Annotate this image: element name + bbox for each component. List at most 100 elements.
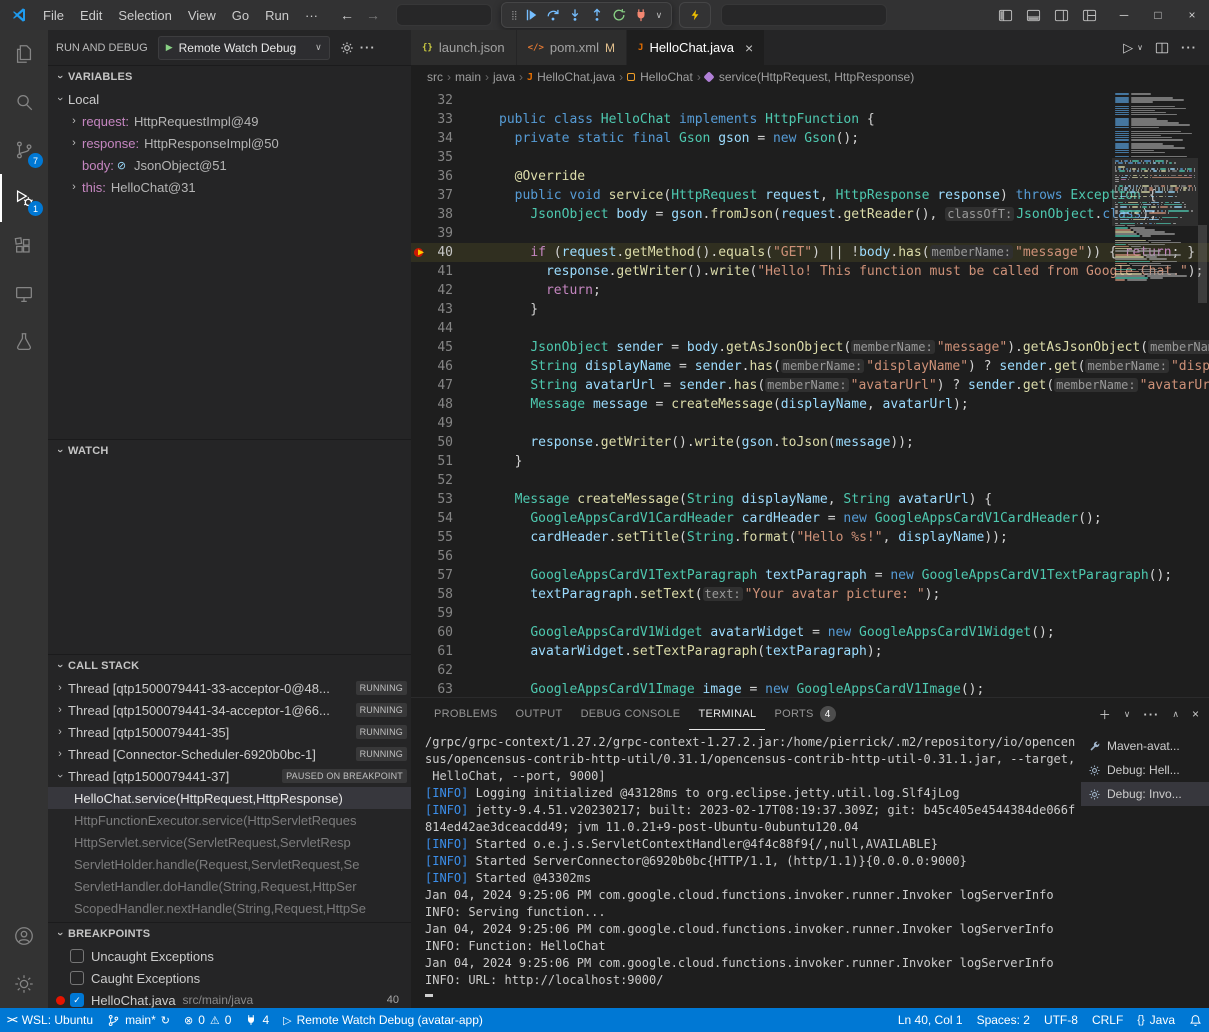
start-debug-icon[interactable]: ▶	[166, 42, 173, 53]
twistie-icon[interactable]: ›	[66, 115, 82, 127]
code-line[interactable]: JsonObject sender = body.getAsJsonObject…	[499, 338, 1209, 357]
restart-button[interactable]	[612, 8, 626, 22]
breadcrumb-item[interactable]: main	[455, 70, 481, 84]
drag-grip-icon[interactable]: ⣿	[511, 10, 516, 21]
panel-tab-terminal[interactable]: TERMINAL	[689, 698, 765, 730]
editor-more-actions-icon[interactable]: ···	[1181, 40, 1197, 55]
code-line[interactable]: response.getWriter().write(gson.toJson(m…	[499, 433, 1209, 452]
menu-item-selection[interactable]: Selection	[110, 5, 179, 26]
stack-frame[interactable]: HttpFunctionExecutor.service(HttpServlet…	[48, 809, 411, 831]
stack-frame[interactable]: ServletHolder.handle(Request,ServletRequ…	[48, 853, 411, 875]
customize-layout-icon[interactable]	[1082, 8, 1097, 23]
code-line[interactable]: JsonObject body = gson.fromJson(request.…	[499, 205, 1209, 224]
code-line[interactable]: private static final Gson gson = new Gso…	[499, 129, 1209, 148]
code-line[interactable]	[499, 471, 1209, 490]
twistie-icon[interactable]: ›	[52, 704, 68, 716]
panel-tab-output[interactable]: OUTPUT	[507, 698, 572, 730]
editor-gutter[interactable]: 3233343536373839▶40414243444546474849505…	[411, 89, 477, 697]
git-branch-item[interactable]: main* ↻	[100, 1008, 177, 1032]
menu-item-view[interactable]: View	[180, 5, 224, 26]
twistie-icon[interactable]: ›	[52, 682, 68, 694]
activitybar-testing[interactable]	[0, 318, 48, 366]
terminal-dropdown-chevron-icon[interactable]: ∨	[1124, 709, 1131, 720]
remote-indicator[interactable]: >< WSL: Ubuntu	[0, 1008, 100, 1032]
code-line[interactable]: String avatarUrl = sender.has(memberName…	[499, 376, 1209, 395]
code-line[interactable]: GoogleAppsCardV1CardHeader cardHeader = …	[499, 509, 1209, 528]
activitybar-accounts[interactable]	[0, 912, 48, 960]
problems-item[interactable]: ⊗ 0 ⚠ 0	[177, 1008, 238, 1032]
close-panel-icon[interactable]: ×	[1192, 707, 1199, 721]
split-editor-icon[interactable]	[1155, 41, 1169, 55]
forwarded-ports-item[interactable]: 4	[238, 1008, 276, 1032]
debug-settings-gear-icon[interactable]	[340, 41, 354, 55]
breakpoints-section-header[interactable]: › BREAKPOINTS	[48, 923, 411, 945]
command-center-left[interactable]	[396, 4, 492, 26]
terminal-list-item[interactable]: Maven-avat...	[1081, 734, 1209, 758]
panel-more-actions-icon[interactable]: ···	[1143, 707, 1159, 722]
terminal-output[interactable]: /grpc/grpc-context/1.27.2/grpc-context-1…	[411, 730, 1081, 1008]
menu-item-run[interactable]: Run	[257, 5, 297, 26]
stack-frame[interactable]: ScopedHandler.nextHandle(String,Request,…	[48, 897, 411, 919]
breakpoint-item[interactable]: Caught Exceptions	[48, 967, 411, 989]
callstack-thread[interactable]: ›Thread [Connector-Scheduler-6920b0bc-1]…	[48, 743, 411, 765]
maximize-button[interactable]: □	[1141, 0, 1175, 30]
minimize-button[interactable]: ─	[1107, 0, 1141, 30]
code-line[interactable]: Message createMessage(String displayName…	[499, 490, 1209, 509]
activitybar-source-control[interactable]: 7	[0, 126, 48, 174]
breakpoint-item[interactable]: Uncaught Exceptions	[48, 945, 411, 967]
panel-tab-problems[interactable]: PROBLEMS	[425, 698, 507, 730]
code-line[interactable]	[499, 604, 1209, 623]
activitybar-explorer[interactable]	[0, 30, 48, 78]
breakpoint-checkbox[interactable]	[70, 971, 84, 985]
code-line[interactable]: cardHeader.setTitle(String.format("Hello…	[499, 528, 1209, 547]
code-line[interactable]: }	[499, 300, 1209, 319]
close-icon[interactable]: ×	[745, 40, 753, 56]
code-line[interactable]: @Override	[499, 167, 1209, 186]
tab-launch-json[interactable]: {}launch.json	[411, 30, 517, 65]
hot-code-replace-button[interactable]	[679, 2, 711, 28]
callstack-thread[interactable]: ›Thread [qtp1500079441-37]PAUSED ON BREA…	[48, 765, 411, 787]
activitybar-remote-explorer[interactable]	[0, 270, 48, 318]
eol-item[interactable]: CRLF	[1085, 1008, 1130, 1032]
code-line[interactable]	[499, 148, 1209, 167]
code-line[interactable]	[499, 319, 1209, 338]
menu-item-go[interactable]: Go	[224, 5, 257, 26]
maximize-panel-icon[interactable]: ∧	[1172, 709, 1179, 720]
run-java-button[interactable]: ▷	[1123, 40, 1133, 56]
encoding-item[interactable]: UTF-8	[1037, 1008, 1085, 1032]
code-line[interactable]: public void service(HttpRequest request,…	[499, 186, 1209, 205]
notifications-item[interactable]	[1182, 1008, 1209, 1032]
code-line[interactable]	[499, 547, 1209, 566]
callstack-thread[interactable]: ›Thread [qtp1500079441-35]RUNNING	[48, 721, 411, 743]
terminal-list-item[interactable]: Debug: Invo...	[1081, 782, 1209, 806]
breadcrumb-item[interactable]: src	[427, 70, 443, 84]
menu-item-file[interactable]: File	[35, 5, 72, 26]
breadcrumb-item[interactable]: service(HttpRequest, HttpResponse)	[705, 70, 914, 84]
code-line[interactable]	[499, 414, 1209, 433]
twistie-icon[interactable]: ›	[54, 768, 66, 784]
menu-item-more[interactable]: ···	[297, 5, 326, 26]
breadcrumb-item[interactable]: HelloChat	[627, 70, 693, 84]
toggle-sidebar-icon[interactable]	[998, 8, 1013, 23]
code-line[interactable]: public class HelloChat implements HttpFu…	[499, 110, 1209, 129]
stack-frame[interactable]: ServletHandler.doHandle(String,Request,H…	[48, 875, 411, 897]
activitybar-run-debug[interactable]: 1	[0, 174, 48, 222]
panel-tab-debug-console[interactable]: DEBUG CONSOLE	[572, 698, 690, 730]
code-line[interactable]: }	[499, 452, 1209, 471]
breakpoint-checkbox[interactable]	[70, 949, 84, 963]
variable-item[interactable]: ›this:HelloChat@31	[48, 176, 411, 198]
tab-hellochat-java[interactable]: JHelloChat.java×	[627, 30, 765, 65]
activitybar-search[interactable]	[0, 78, 48, 126]
code-line[interactable]	[499, 661, 1209, 680]
debug-session-item[interactable]: ▷ Remote Watch Debug (avatar-app)	[276, 1008, 490, 1032]
code-line[interactable]: GoogleAppsCardV1Widget avatarWidget = ne…	[499, 623, 1209, 642]
toggle-panel-icon[interactable]	[1026, 8, 1041, 23]
code-line[interactable]: GoogleAppsCardV1TextParagraph textParagr…	[499, 566, 1209, 585]
code-content[interactable]: public class HelloChat implements HttpFu…	[477, 89, 1209, 697]
close-button[interactable]: ×	[1175, 0, 1209, 30]
terminal-list-item[interactable]: Debug: Hell...	[1081, 758, 1209, 782]
variables-section-header[interactable]: › VARIABLES	[48, 66, 411, 88]
code-line[interactable]: textParagraph.setText(text:"Your avatar …	[499, 585, 1209, 604]
step-into-button[interactable]	[568, 8, 582, 22]
debug-session-chevron-icon[interactable]: ∨	[656, 10, 663, 21]
